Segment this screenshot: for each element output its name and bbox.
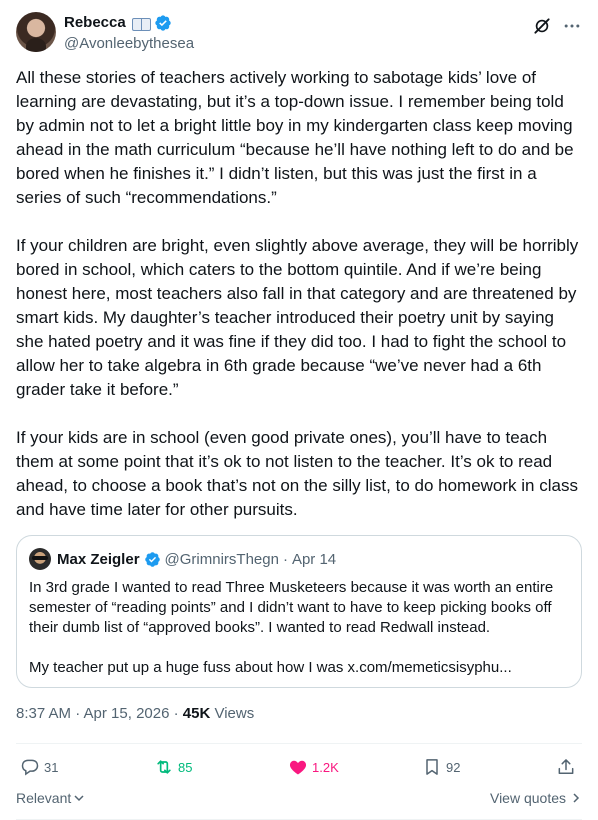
author-avatar[interactable] bbox=[16, 12, 56, 52]
chevron-right-icon bbox=[573, 793, 580, 803]
verified-badge-icon bbox=[144, 551, 160, 567]
quote-paragraph: In 3rd grade I wanted to read Three Musk… bbox=[29, 579, 554, 636]
tweet-meta: 8:37 AM · Apr 15, 2026 · 45K Views bbox=[16, 704, 254, 724]
chevron-down-icon bbox=[74, 795, 84, 802]
reply-button[interactable]: 31 bbox=[20, 752, 58, 782]
action-bar: 31 85 1.2K 92 bbox=[16, 752, 582, 782]
quote-separator: · bbox=[282, 550, 288, 568]
quote-author-handle: @GrimnirsThegn bbox=[164, 550, 279, 568]
quote-body: In 3rd grade I wanted to read Three Musk… bbox=[29, 578, 569, 678]
bookmark-count: 92 bbox=[446, 759, 461, 775]
sort-replies-dropdown[interactable]: Relevant bbox=[16, 790, 85, 806]
quoted-tweet[interactable]: Max Zeigler @GrimnirsThegn · Apr 14 In 3… bbox=[16, 535, 582, 688]
tweet-body: All these stories of teachers actively w… bbox=[16, 66, 582, 522]
bookmark-button[interactable]: 92 bbox=[422, 752, 460, 782]
repost-count: 85 bbox=[178, 759, 193, 775]
repost-icon bbox=[157, 760, 171, 774]
open-book-icon bbox=[131, 16, 151, 31]
view-quotes-label: View quotes bbox=[489, 790, 566, 806]
tweet-paragraph: If your children are bright, even slight… bbox=[16, 236, 579, 399]
share-icon bbox=[558, 759, 574, 774]
author-handle[interactable]: @Avonleebythesea bbox=[64, 34, 194, 54]
view-quotes-link[interactable]: View quotes bbox=[490, 790, 582, 806]
reply-icon bbox=[21, 759, 39, 776]
more-options-icon[interactable] bbox=[562, 16, 582, 36]
divider bbox=[16, 743, 582, 744]
tweet-timestamp[interactable]: 8:37 AM · Apr 15, 2026 · bbox=[16, 705, 183, 722]
quote-date: Apr 14 bbox=[291, 550, 337, 568]
sort-label: Relevant bbox=[16, 790, 72, 806]
quote-author-name: Max Zeigler bbox=[57, 550, 140, 568]
reply-count: 31 bbox=[44, 759, 59, 775]
like-button[interactable]: 1.2K bbox=[288, 752, 339, 782]
views-label: Views bbox=[210, 705, 255, 722]
quote-header: Max Zeigler @GrimnirsThegn · Apr 14 bbox=[29, 548, 569, 570]
grok-icon[interactable] bbox=[532, 16, 552, 36]
quote-author-avatar bbox=[29, 548, 51, 570]
views-count: 45K bbox=[182, 705, 211, 722]
author-name-row[interactable]: Rebecca bbox=[64, 13, 172, 33]
quote-paragraph: My teacher put up a huge fuss about how … bbox=[29, 659, 512, 676]
author-display-name[interactable]: Rebecca bbox=[64, 13, 126, 33]
like-count: 1.2K bbox=[312, 759, 339, 775]
tweet-header: Rebecca @Avonleebythesea bbox=[16, 12, 582, 56]
share-button[interactable] bbox=[556, 752, 576, 782]
tweet-paragraph: All these stories of teachers actively w… bbox=[16, 68, 574, 207]
bookmark-icon bbox=[426, 759, 438, 775]
reply-footer: Relevant View quotes bbox=[16, 788, 582, 810]
tweet-paragraph: If your kids are in school (even good pr… bbox=[16, 428, 578, 519]
repost-button[interactable]: 85 bbox=[154, 752, 192, 782]
verified-badge-icon bbox=[155, 15, 171, 31]
heart-filled-icon bbox=[289, 760, 307, 775]
